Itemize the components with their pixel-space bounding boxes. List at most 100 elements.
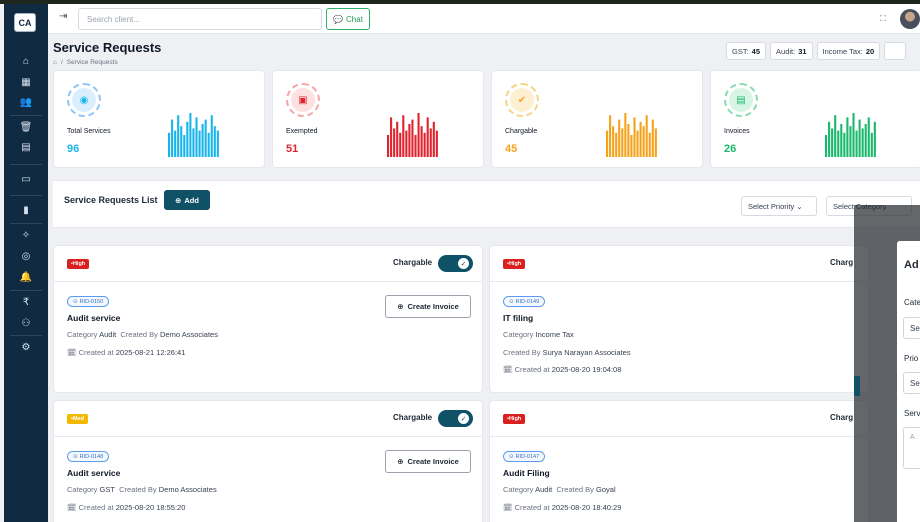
top-bar: ⇥ Search client... 💬 Chat ⛶ — [48, 4, 920, 34]
create-invoice-button[interactable]: ⊕ Create Invoice — [385, 450, 471, 473]
stat-icon: ✔ — [505, 83, 539, 117]
chargable-label: Charg — [830, 258, 854, 267]
request-id-badge: ⊙ RID-0147 — [503, 451, 546, 462]
request-created-by: Created By Surya Narayan Associates — [503, 348, 631, 357]
chargable-toggle[interactable]: ✓ — [438, 255, 473, 272]
priority-select[interactable]: Select Priority ⌄ — [741, 196, 817, 216]
chat-label: Chat — [346, 14, 363, 24]
spark-bar — [174, 130, 177, 157]
card-header: • High Charg — [490, 401, 868, 437]
spark-bar — [432, 121, 435, 157]
calendar-icon[interactable]: ▭ — [17, 172, 35, 188]
service-request-card[interactable]: • Med Chargable ✓ ⊙ RID-0148 Audit service Cat… — [53, 400, 483, 522]
audit-count-pill: Audit: 31 — [770, 42, 813, 60]
spark-bar — [393, 128, 396, 157]
spark-bar — [849, 126, 852, 157]
add-button[interactable]: ⊕ Add — [164, 190, 210, 210]
add-request-modal-panel: Ad Cate Se Prio Se Serv A — [897, 241, 920, 522]
brand-logo[interactable]: CA — [14, 13, 36, 32]
income-tax-count-pill: Income Tax: 20 — [816, 42, 881, 60]
spark-bar — [606, 130, 609, 157]
star-icon[interactable]: ✧ — [17, 228, 35, 244]
spark-bar — [399, 132, 402, 157]
spark-bar — [189, 113, 192, 157]
trash-icon[interactable]: 🗑 — [17, 120, 35, 136]
spark-bar — [639, 121, 642, 157]
spark-bar — [861, 128, 864, 157]
tag-icon: ⊙ — [73, 298, 78, 305]
gear-icon[interactable]: ⚙ — [17, 340, 35, 356]
chevron-down-icon: ⌄ — [796, 202, 803, 211]
spark-bar — [651, 119, 654, 157]
chargable-toggle[interactable]: ✓ — [438, 410, 473, 427]
sidebar: CA ⌂ ▦ 👥 🗑 ▤ ▭ ▮ ✧ ◎ 🔔 ₹ ⚇ ⚙ — [4, 4, 48, 522]
grid-icon[interactable]: ▦ — [17, 75, 35, 91]
search-input[interactable]: Search client... — [78, 8, 322, 30]
spark-bar — [396, 121, 399, 157]
sparkline-bars — [168, 113, 219, 157]
spark-bar — [834, 115, 837, 157]
spark-bar — [618, 119, 621, 157]
home-icon[interactable]: ⌂ — [53, 59, 57, 66]
stat-value: 96 — [67, 143, 80, 155]
chat-button[interactable]: 💬 Chat — [326, 8, 370, 30]
users-icon[interactable]: 👥 — [17, 95, 35, 111]
modal-title: Ad — [904, 259, 919, 271]
spark-bar — [429, 128, 432, 157]
card-header: • High Chargable ✓ — [54, 246, 482, 282]
user-settings-icon[interactable]: ⚇ — [17, 316, 35, 332]
stat-value: 45 — [505, 143, 518, 155]
modal-service-textarea[interactable]: A — [903, 427, 920, 469]
spark-bar — [846, 117, 849, 157]
spark-bar — [210, 115, 213, 157]
spark-bar — [435, 130, 438, 157]
collapse-sidebar-icon[interactable]: ⇥ — [59, 11, 67, 22]
spark-bar — [420, 126, 423, 157]
priority-badge: • Med — [67, 414, 88, 424]
spark-bar — [186, 121, 189, 157]
request-id-badge: ⊙ RID-0150 — [67, 296, 110, 307]
rupee-icon[interactable]: ₹ — [17, 295, 35, 311]
service-request-card[interactable]: • High Charg ⊙ RID-0149 IT filing Category In… — [489, 245, 869, 393]
spark-bar — [855, 130, 858, 157]
bell-icon[interactable]: 🔔 — [17, 270, 35, 286]
request-category: Category Income Tax — [503, 330, 574, 339]
modal-category-select[interactable]: Se — [903, 317, 920, 339]
service-requests-list-header: Service Requests List ⊕ Add Select Prior… — [53, 180, 920, 228]
spark-bar — [423, 132, 426, 157]
spark-bar — [621, 128, 624, 157]
spark-bar — [612, 126, 615, 157]
check-icon: ✓ — [458, 258, 469, 269]
spark-bar — [213, 126, 216, 157]
add-label: Add — [184, 195, 199, 205]
stat-value: 26 — [724, 143, 737, 155]
modal-priority-select[interactable]: Se — [903, 372, 920, 394]
spark-bar — [630, 135, 633, 157]
tag-icon: ⊙ — [73, 453, 78, 460]
stat-card-total-services: ◉ Total Services 96 — [53, 70, 265, 168]
list-title: Service Requests List — [64, 195, 158, 205]
fullscreen-icon[interactable]: ⛶ — [880, 14, 886, 24]
chargable-label: Chargable — [393, 258, 433, 267]
modal-service-label: Serv — [904, 409, 920, 418]
service-request-card[interactable]: • High Charg ⊙ RID-0147 Audit Filing Category… — [489, 400, 869, 522]
sparkline-bars — [387, 113, 438, 157]
gst-count-pill: GST: 45 — [726, 42, 767, 60]
document-icon[interactable]: ▤ — [17, 140, 35, 156]
create-invoice-button[interactable]: ⊕ Create Invoice — [385, 295, 471, 318]
sidebar-divider — [10, 195, 42, 196]
spark-bar — [873, 121, 876, 157]
home-icon[interactable]: ⌂ — [17, 54, 35, 70]
whatsapp-icon[interactable]: ◎ — [17, 249, 35, 265]
service-request-card[interactable]: • High Chargable ✓ ⊙ RID-0150 Audit service Ca… — [53, 245, 483, 393]
request-category: Category Audit Created By Demo Associate… — [67, 330, 218, 339]
breadcrumb-separator: / — [60, 59, 63, 66]
request-title: Audit service — [67, 313, 121, 323]
plus-circle-icon: ⊕ — [397, 457, 404, 466]
card-header: • Med Chargable ✓ — [54, 401, 482, 437]
calendar-icon: 🗓 — [67, 503, 77, 512]
avatar[interactable] — [900, 9, 920, 29]
tag-icon: ⊙ — [509, 453, 514, 460]
priority-badge: • High — [67, 259, 90, 269]
file-icon[interactable]: ▮ — [17, 203, 35, 219]
